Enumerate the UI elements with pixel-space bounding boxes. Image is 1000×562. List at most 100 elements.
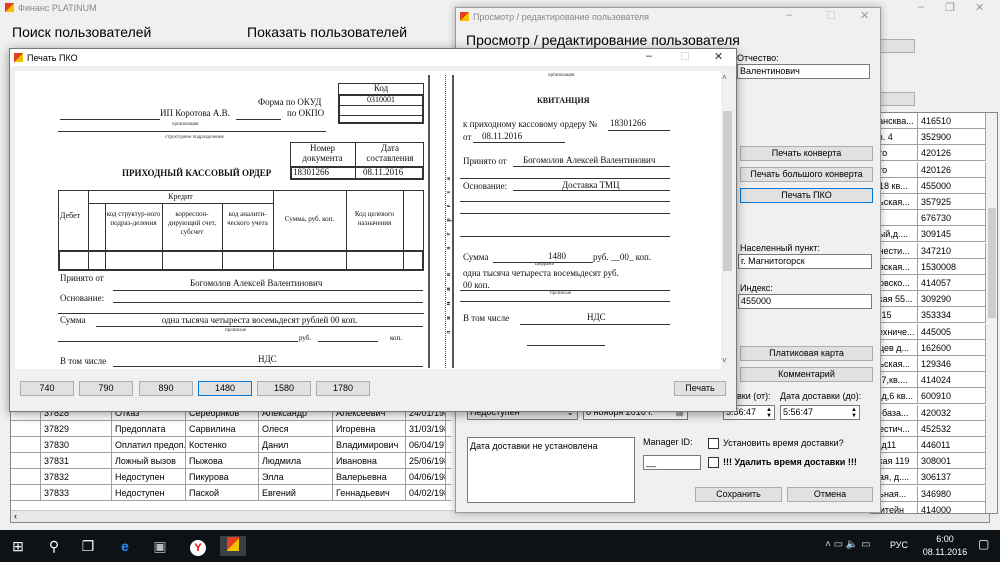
delete-delivery-time-checkbox[interactable] bbox=[708, 457, 719, 468]
vertical-scrollbar[interactable] bbox=[986, 113, 997, 513]
table-row[interactable]: ,57,кв.... 414024 bbox=[871, 372, 986, 389]
dialog-close-button[interactable]: ✕ bbox=[860, 9, 869, 22]
pko-print-button[interactable]: Печать bbox=[674, 381, 726, 396]
table-row[interactable]: а18 кв... 455000 bbox=[871, 177, 986, 194]
table-row[interactable]: кансква... 416510 bbox=[871, 113, 986, 129]
pko-minimize-button[interactable]: – bbox=[646, 50, 652, 62]
patronymic-input[interactable]: Валентинович bbox=[737, 64, 870, 79]
row-header[interactable] bbox=[11, 421, 41, 437]
pko-close-button[interactable]: ✕ bbox=[714, 50, 723, 63]
table-row[interactable]: ого420126 bbox=[871, 145, 986, 162]
spinner-icon[interactable]: ▲ ▼ bbox=[766, 407, 772, 419]
pko-vertical-scrollbar[interactable]: ˄ ˅ bbox=[721, 71, 734, 369]
pko-scrollbar-thumb[interactable] bbox=[723, 111, 732, 271]
edge-browser-icon[interactable]: e bbox=[115, 536, 135, 556]
save-button[interactable]: Сохранить bbox=[695, 487, 782, 502]
delivery-note-textarea[interactable]: Дата доставки не установлена bbox=[467, 437, 635, 503]
app-icon-taskbar[interactable]: ▣ bbox=[150, 536, 170, 556]
comment-button[interactable]: Комментарий bbox=[740, 367, 873, 382]
search-users-heading: Поиск пользователей bbox=[12, 24, 152, 40]
search-icon[interactable]: ⚲ bbox=[44, 536, 64, 556]
amount-button-890[interactable]: 890 bbox=[139, 381, 193, 396]
cancel-button[interactable]: Отмена bbox=[787, 487, 873, 502]
amount-button-1780[interactable]: 1780 bbox=[316, 381, 370, 396]
table-cell: Сарвилина bbox=[186, 421, 259, 437]
scrollbar-thumb[interactable] bbox=[988, 208, 996, 318]
table-row[interactable]: 37830 Оплатил предоп... Костенко Данил Влади… bbox=[11, 437, 451, 453]
index-input[interactable]: 455000 bbox=[738, 294, 872, 309]
patronymic-label: Отчество: bbox=[737, 53, 779, 63]
table-cell: 37829 bbox=[41, 421, 112, 437]
windows-start-icon[interactable]: ⊞ bbox=[8, 536, 28, 556]
table-row[interactable]: 37832 Недоступен Пикурова Элла Валерьевна 04/… bbox=[11, 469, 451, 485]
table-row[interactable]: 37831 Ложный вызов Пыжова Людмила Ивановна 25… bbox=[11, 453, 451, 469]
minimize-button[interactable]: – bbox=[918, 1, 924, 13]
row-header[interactable] bbox=[11, 437, 41, 453]
row-header[interactable] bbox=[11, 469, 41, 485]
amount-button-740[interactable]: 740 bbox=[20, 381, 74, 396]
table-row[interactable]: льная... 346980 bbox=[871, 485, 986, 502]
scroll-down-icon[interactable]: ˅ bbox=[722, 356, 727, 365]
city-input[interactable]: г. Магнитогорск bbox=[738, 254, 872, 269]
table-row[interactable]: кв. 4 352900 bbox=[871, 129, 986, 146]
plastic-card-button[interactable]: Платиковая карта bbox=[740, 346, 873, 361]
receipt-title: КВИТАНЦИЯ bbox=[537, 96, 590, 105]
set-delivery-time-checkbox[interactable] bbox=[708, 438, 719, 449]
amount-button-1580[interactable]: 1580 bbox=[257, 381, 311, 396]
manager-id-input[interactable]: __ bbox=[643, 455, 701, 470]
spinner-icon[interactable]: ▲ ▼ bbox=[851, 407, 857, 419]
amount-button-1480[interactable]: 1480 bbox=[198, 381, 252, 396]
task-view-icon[interactable]: ❐ bbox=[78, 536, 98, 556]
table-row[interactable]: а д11 446011 bbox=[871, 437, 986, 453]
table-row[interactable]: о-база... 420032 bbox=[871, 404, 986, 421]
table-row[interactable]: а д,6 кв... 600910 bbox=[871, 388, 986, 405]
table-row[interactable]: вый,д.... 309145 bbox=[871, 226, 986, 243]
row-header[interactable] bbox=[11, 485, 41, 501]
table-row[interactable]: нцев д... 162600 bbox=[871, 339, 986, 356]
table-row[interactable]: льская... 129346 bbox=[871, 356, 986, 372]
receipt-rub-kop: руб. __00_ коп. bbox=[593, 252, 652, 262]
finance-platinum-taskbar-icon[interactable] bbox=[220, 536, 246, 556]
restore-button[interactable]: ❐ bbox=[945, 1, 955, 14]
print-pko-button[interactable]: Печать ПКО bbox=[740, 188, 873, 203]
doc-date-header: Дата составления bbox=[366, 143, 414, 163]
table-row[interactable]: унести... 347210 bbox=[871, 242, 986, 259]
taskbar: ⊞ ⚲ ❐ e ▣ Y ˄ ▭ 🔈 ▭ РУС 6:00 08.11.2016 … bbox=[0, 530, 1000, 562]
dialog-minimize-button[interactable]: – bbox=[786, 9, 792, 21]
dialog-maximize-button[interactable]: ☐ bbox=[826, 9, 836, 22]
clock-time[interactable]: 6:00 bbox=[920, 534, 970, 544]
table-row[interactable]: Литейн 414000 bbox=[871, 501, 986, 513]
row-header[interactable] bbox=[11, 453, 41, 469]
table-row[interactable]: рьская... 357925 bbox=[871, 194, 986, 210]
doc-date: 08.11.2016 bbox=[363, 167, 404, 177]
scroll-up-icon[interactable]: ˄ bbox=[722, 73, 727, 82]
table-row[interactable]: ная, д.... 306137 bbox=[871, 469, 986, 486]
clock-date[interactable]: 08.11.2016 bbox=[920, 547, 970, 557]
table-row[interactable]: 37829 Предоплата Сарвилина Олеся Игоревна 31/… bbox=[11, 421, 451, 437]
print-envelope-button[interactable]: Печать конверта bbox=[740, 146, 873, 161]
table-row[interactable]: евская... 1530008 bbox=[871, 258, 986, 275]
amount-button-790[interactable]: 790 bbox=[79, 381, 133, 396]
print-big-envelope-button[interactable]: Печать большого конверта bbox=[740, 167, 873, 182]
table-row[interactable]: й 15 353334 bbox=[871, 307, 986, 324]
receipt-sum-words-2: 00 коп. bbox=[463, 280, 490, 290]
notifications-icon[interactable]: ▢ bbox=[978, 537, 989, 551]
time-to-picker[interactable]: 5:56:47 ▲ ▼ bbox=[780, 405, 860, 420]
receipt-including-label: В том числе bbox=[463, 313, 510, 323]
table-row[interactable]: ровско... 414057 bbox=[871, 275, 986, 291]
language-indicator[interactable]: РУС bbox=[890, 540, 908, 550]
table-row[interactable]: ская 119 308001 bbox=[871, 453, 986, 470]
table-row[interactable]: ого420126 bbox=[871, 161, 986, 178]
index-cell: 445005 bbox=[918, 323, 986, 340]
close-button[interactable]: ✕ bbox=[975, 1, 984, 14]
edit-dialog-title: Просмотр / редактирование пользователя bbox=[473, 12, 650, 22]
table-row[interactable]: нестич... 452532 bbox=[871, 420, 986, 437]
pko-maximize-button[interactable]: ☐ bbox=[680, 50, 690, 63]
table-row[interactable]: 2676730 bbox=[871, 210, 986, 227]
table-row[interactable]: техниче... 445005 bbox=[871, 323, 986, 340]
tray-icons[interactable]: ˄ ▭ 🔈 ▭ bbox=[825, 539, 871, 550]
table-row[interactable]: ская 55... 309290 bbox=[871, 291, 986, 308]
table-row[interactable]: 37833 Недоступен Паской Евгений Геннадьевич 0… bbox=[11, 485, 451, 501]
scroll-left-icon[interactable]: ‹ bbox=[14, 511, 17, 521]
yandex-browser-icon[interactable]: Y bbox=[188, 536, 208, 556]
